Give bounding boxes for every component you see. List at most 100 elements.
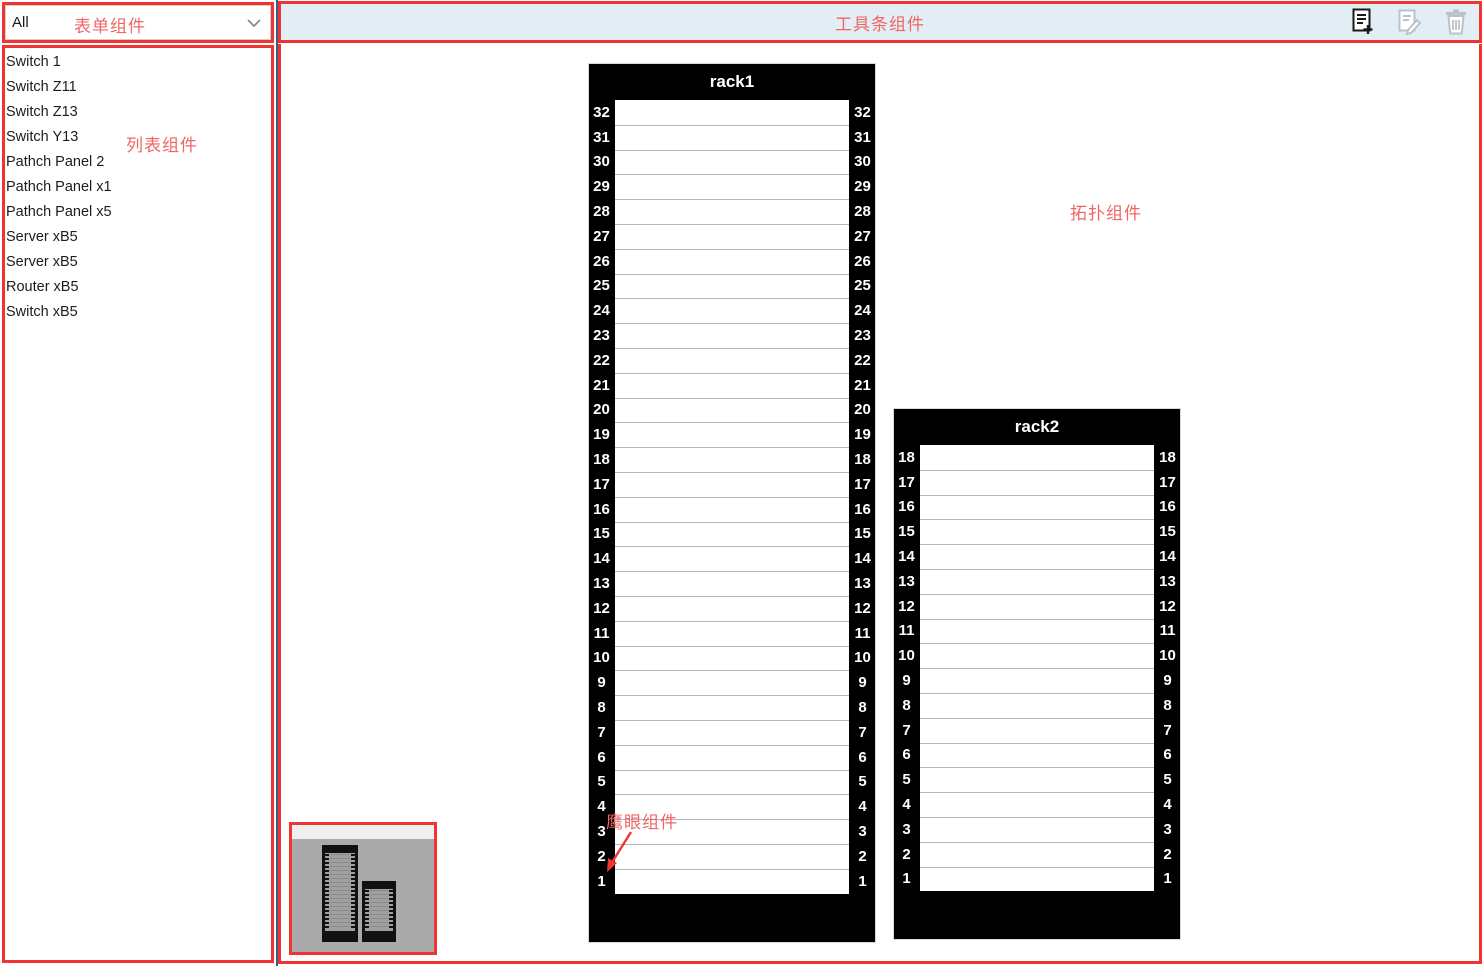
- list-item[interactable]: Router xB5: [5, 275, 271, 300]
- rack-unit-row[interactable]: 15 15: [894, 519, 1180, 545]
- rack-unit-slot[interactable]: [615, 719, 849, 745]
- rack-unit-slot[interactable]: [615, 670, 849, 696]
- rack-unit-slot[interactable]: [615, 546, 849, 572]
- rack-unit-slot[interactable]: [920, 841, 1154, 867]
- rack-unit-row[interactable]: 16 16: [894, 494, 1180, 520]
- rack-unit-row[interactable]: 14 14: [589, 546, 875, 572]
- rack-unit-slot[interactable]: [615, 521, 849, 547]
- rack-unit-row[interactable]: 27 27: [589, 223, 875, 249]
- rack-unit-slot[interactable]: [615, 620, 849, 646]
- delete-trash-button[interactable]: [1437, 5, 1475, 39]
- rack-unit-row[interactable]: 30 30: [589, 149, 875, 175]
- list-item[interactable]: Switch xB5: [5, 300, 271, 325]
- minimap-component[interactable]: [289, 822, 437, 955]
- rack-unit-slot[interactable]: [615, 223, 849, 249]
- rack-unit-slot[interactable]: [615, 843, 849, 869]
- rack-unit-row[interactable]: 66: [894, 742, 1180, 768]
- rack-unit-row[interactable]: 21 21: [589, 372, 875, 398]
- rack-unit-slot[interactable]: [615, 372, 849, 398]
- list-item[interactable]: Switch Z13: [5, 100, 271, 125]
- rack-unit-row[interactable]: 33: [894, 816, 1180, 842]
- rack-unit-row[interactable]: 99: [894, 668, 1180, 693]
- list-item[interactable]: Switch 1: [5, 50, 271, 75]
- rack-unit-row[interactable]: 13 13: [589, 571, 875, 596]
- rack-unit-row[interactable]: 20 20: [589, 397, 875, 423]
- rack-unit-row[interactable]: 77: [894, 717, 1180, 743]
- rack-unit-row[interactable]: 10 10: [589, 645, 875, 671]
- rack-unit-row[interactable]: 11: [589, 868, 875, 894]
- rack-unit-row[interactable]: 11 11: [894, 618, 1180, 644]
- rack-unit-row[interactable]: 14 14: [894, 544, 1180, 569]
- rack-unit-slot[interactable]: [615, 571, 849, 596]
- rack-unit-slot[interactable]: [615, 695, 849, 720]
- list-item[interactable]: Server xB5: [5, 250, 271, 275]
- rack-unit-row[interactable]: 11 11: [589, 620, 875, 646]
- rack[interactable]: rack2 18 18 17 17 16 16 15 15 14 14 13 13 12 12 11 11 10 1…: [894, 409, 1180, 940]
- rack-unit-slot[interactable]: [920, 742, 1154, 768]
- rack-unit-slot[interactable]: [615, 248, 849, 274]
- rack-unit-row[interactable]: 29 29: [589, 174, 875, 200]
- device-list-component[interactable]: Switch 1 Switch Z11 Switch Z13 Switch Y13 Pa…: [2, 45, 274, 963]
- rack-unit-slot[interactable]: [615, 744, 849, 770]
- rack-unit-row[interactable]: 24 24: [589, 298, 875, 324]
- rack-unit-row[interactable]: 12 12: [589, 595, 875, 621]
- rack-unit-slot[interactable]: [920, 866, 1154, 892]
- list-item[interactable]: Pathch Panel x5: [5, 200, 271, 225]
- list-item[interactable]: Pathch Panel x1: [5, 175, 271, 200]
- rack-unit-row[interactable]: 10 10: [894, 643, 1180, 669]
- chevron-down-icon[interactable]: [244, 13, 264, 33]
- rack-unit-row[interactable]: 18 18: [589, 447, 875, 472]
- rack-unit-row[interactable]: 23 23: [589, 323, 875, 348]
- rack-unit-slot[interactable]: [615, 199, 849, 224]
- rack-unit-row[interactable]: 77: [589, 719, 875, 745]
- rack-unit-row[interactable]: 13 13: [894, 568, 1180, 594]
- rack-unit-row[interactable]: 55: [589, 769, 875, 795]
- rack-unit-slot[interactable]: [615, 174, 849, 200]
- rack-unit-slot[interactable]: [615, 645, 849, 671]
- rack-unit-slot[interactable]: [615, 447, 849, 472]
- rack-unit-slot[interactable]: [920, 494, 1154, 520]
- edit-document-button[interactable]: [1391, 5, 1429, 39]
- list-item[interactable]: Switch Z11: [5, 75, 271, 100]
- rack-unit-row[interactable]: 32 32: [589, 100, 875, 125]
- rack-unit-slot[interactable]: [615, 422, 849, 448]
- rack-unit-row[interactable]: 11: [894, 866, 1180, 892]
- rack-unit-slot[interactable]: [920, 445, 1154, 470]
- rack-unit-row[interactable]: 28 28: [589, 199, 875, 224]
- rack-unit-row[interactable]: 15 15: [589, 521, 875, 547]
- rack-unit-slot[interactable]: [920, 767, 1154, 793]
- rack-unit-slot[interactable]: [920, 568, 1154, 594]
- rack-unit-row[interactable]: 19 19: [589, 422, 875, 448]
- add-document-button[interactable]: [1345, 5, 1383, 39]
- rack-unit-slot[interactable]: [920, 668, 1154, 693]
- rack-unit-row[interactable]: 25 25: [589, 273, 875, 299]
- rack-unit-slot[interactable]: [920, 816, 1154, 842]
- rack-unit-row[interactable]: 26 26: [589, 248, 875, 274]
- rack-unit-slot[interactable]: [615, 471, 849, 497]
- rack-unit-row[interactable]: 22: [589, 843, 875, 869]
- rack-unit-row[interactable]: 17 17: [589, 471, 875, 497]
- topology-component[interactable]: 拓扑组件 rack1 32 32 31 31 30 30 29 29 28 28 27 27 26 26 25…: [278, 44, 1482, 964]
- rack-unit-slot[interactable]: [920, 519, 1154, 545]
- rack-unit-row[interactable]: 99: [589, 670, 875, 696]
- rack-unit-slot[interactable]: [920, 544, 1154, 569]
- rack-unit-slot[interactable]: [615, 273, 849, 299]
- rack-unit-slot[interactable]: [615, 397, 849, 423]
- rack-unit-slot[interactable]: [920, 643, 1154, 669]
- rack-unit-row[interactable]: 66: [589, 744, 875, 770]
- rack-unit-slot[interactable]: [920, 792, 1154, 817]
- rack-unit-row[interactable]: 44: [894, 792, 1180, 817]
- rack-unit-slot[interactable]: [615, 298, 849, 324]
- rack-unit-slot[interactable]: [615, 496, 849, 522]
- rack-unit-row[interactable]: 12 12: [894, 593, 1180, 619]
- rack-unit-row[interactable]: 31 31: [589, 124, 875, 150]
- rack-unit-slot[interactable]: [615, 347, 849, 373]
- rack-unit-row[interactable]: 55: [894, 767, 1180, 793]
- rack-unit-slot[interactable]: [615, 100, 849, 125]
- rack-unit-slot[interactable]: [615, 595, 849, 621]
- rack-unit-slot[interactable]: [920, 593, 1154, 619]
- rack-unit-slot[interactable]: [615, 769, 849, 795]
- rack-unit-slot[interactable]: [920, 692, 1154, 718]
- rack-unit-slot[interactable]: [615, 149, 849, 175]
- rack-unit-row[interactable]: 22 22: [589, 347, 875, 373]
